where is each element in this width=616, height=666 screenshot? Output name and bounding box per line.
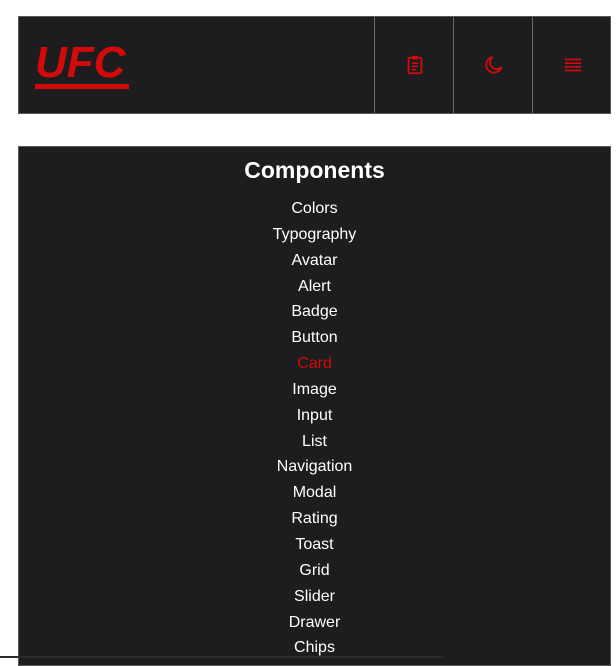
components-list: Colors Typography Avatar Alert Badge But…	[19, 196, 610, 661]
component-item-typography: Typography	[19, 222, 610, 248]
app-header: UFC	[18, 16, 611, 114]
component-item-button: Button	[19, 325, 610, 351]
nav-link-image[interactable]: Image	[292, 381, 336, 398]
component-item-modal: Modal	[19, 480, 610, 506]
component-item-input: Input	[19, 403, 610, 429]
clipboard-icon	[407, 55, 422, 75]
logo-underline	[35, 84, 129, 89]
nav-link-badge[interactable]: Badge	[291, 303, 337, 320]
clipboard-button[interactable]	[374, 17, 454, 113]
component-item-colors: Colors	[19, 196, 610, 222]
component-item-card: Card	[19, 351, 610, 377]
component-item-avatar: Avatar	[19, 248, 610, 274]
menu-icon	[564, 58, 581, 72]
component-item-image: Image	[19, 377, 610, 403]
nav-link-modal[interactable]: Modal	[293, 484, 337, 501]
nav-link-rating[interactable]: Rating	[291, 510, 337, 527]
components-panel: Components Colors Typography Avatar Aler…	[18, 146, 611, 666]
component-item-rating: Rating	[19, 506, 610, 532]
component-item-navigation: Navigation	[19, 454, 610, 480]
nav-link-list[interactable]: List	[302, 433, 327, 450]
nav-link-card-active[interactable]: Card	[297, 355, 332, 372]
components-title: Components	[244, 157, 385, 183]
component-item-slider: Slider	[19, 584, 610, 610]
nav-link-avatar[interactable]: Avatar	[292, 252, 338, 269]
nav-link-toast[interactable]: Toast	[295, 536, 333, 553]
component-item-badge: Badge	[19, 299, 610, 325]
nav-link-typography[interactable]: Typography	[273, 226, 357, 243]
component-item-list: List	[19, 429, 610, 455]
logo-text: UFC	[35, 39, 127, 87]
ufc-logo[interactable]: UFC	[33, 38, 143, 91]
nav-link-navigation[interactable]: Navigation	[277, 458, 353, 475]
moon-icon	[484, 56, 502, 74]
nav-link-alert[interactable]: Alert	[298, 278, 331, 295]
nav-link-chips[interactable]: Chips	[294, 639, 335, 656]
component-item-toast: Toast	[19, 532, 610, 558]
nav-link-input[interactable]: Input	[297, 407, 333, 424]
component-item-alert: Alert	[19, 274, 610, 300]
ufc-logo-mark: UFC	[35, 38, 129, 89]
menu-button[interactable]	[532, 17, 612, 113]
component-item-grid: Grid	[19, 558, 610, 584]
component-item-drawer: Drawer	[19, 610, 610, 636]
nav-link-button[interactable]: Button	[291, 329, 337, 346]
theme-toggle-button[interactable]	[453, 17, 533, 113]
nav-link-colors[interactable]: Colors	[291, 200, 337, 217]
nav-link-slider[interactable]: Slider	[294, 588, 335, 605]
nav-link-grid[interactable]: Grid	[299, 562, 329, 579]
nav-link-drawer[interactable]: Drawer	[289, 614, 341, 631]
